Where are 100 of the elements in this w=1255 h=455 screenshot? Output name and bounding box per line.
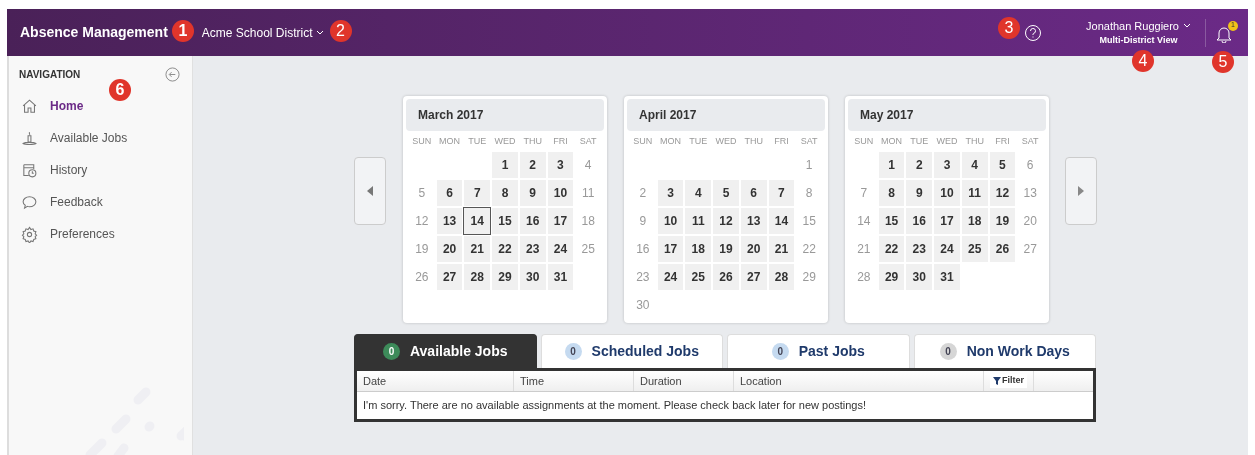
calendar-day[interactable]: 23 xyxy=(905,235,934,263)
calendar-day[interactable]: 27 xyxy=(739,263,768,291)
calendar-day[interactable]: 30 xyxy=(905,263,934,291)
calendar-day[interactable]: 28 xyxy=(767,263,796,291)
user-menu[interactable]: Jonathan Ruggiero Multi-District View xyxy=(1086,17,1191,48)
weekday-label: THU xyxy=(964,135,985,149)
weekday-label: MON xyxy=(659,135,683,149)
calendar-day[interactable]: 10 xyxy=(656,207,685,235)
calendar-day[interactable]: 4 xyxy=(684,179,713,207)
calendar-day[interactable]: 21 xyxy=(463,235,492,263)
calendar-day[interactable]: 9 xyxy=(905,179,934,207)
calendar-day[interactable]: 19 xyxy=(988,207,1017,235)
filter-icon xyxy=(993,377,1001,385)
calendar-day[interactable]: 22 xyxy=(877,235,906,263)
month-title: March 2017 xyxy=(406,99,604,131)
calendar-day[interactable]: 21 xyxy=(767,235,796,263)
calendar-day[interactable]: 18 xyxy=(960,207,989,235)
calendar-day[interactable]: 28 xyxy=(463,263,492,291)
calendar-day[interactable]: 27 xyxy=(435,263,464,291)
collapse-icon[interactable] xyxy=(165,67,180,82)
weekday-label: TUE xyxy=(909,135,930,149)
column-header: Date xyxy=(357,371,514,391)
calendar-day[interactable]: 26 xyxy=(988,235,1017,263)
calendar-day[interactable]: 18 xyxy=(684,235,713,263)
calendar-day[interactable]: 8 xyxy=(491,179,519,207)
calendar-day[interactable]: 12 xyxy=(988,179,1017,207)
calendar-day[interactable]: 4 xyxy=(960,151,989,179)
calendar-day[interactable]: 29 xyxy=(877,263,906,291)
calendar-day[interactable]: 16 xyxy=(905,207,934,235)
calendar-day[interactable]: 11 xyxy=(960,179,989,207)
weekday-label: SUN xyxy=(853,135,875,149)
count-badge: 0 xyxy=(564,343,582,360)
calendar-day[interactable]: 23 xyxy=(518,235,547,263)
calendar-day[interactable]: 14 xyxy=(767,207,796,235)
weekday-label: TUE xyxy=(467,135,488,149)
calendar-day[interactable]: 2 xyxy=(518,151,547,179)
empty-message: I'm sorry. There are no available assignments at the moment. Please check back later for new postings! xyxy=(362,398,868,414)
calendar-day[interactable]: 11 xyxy=(684,207,713,235)
calendar-day[interactable]: 3 xyxy=(546,151,575,179)
calendar-day[interactable]: 5 xyxy=(712,179,740,207)
nav-item[interactable]: History xyxy=(9,154,192,186)
calendar-day[interactable]: 6 xyxy=(739,179,768,207)
calendar-day[interactable]: 31 xyxy=(933,263,961,291)
column-header: Duration xyxy=(634,371,734,391)
calendar-day[interactable]: 22 xyxy=(491,235,519,263)
filter-button[interactable]: Filter xyxy=(990,374,1027,388)
calendar-day[interactable]: 8 xyxy=(877,179,906,207)
nav-item[interactable]: Feedback xyxy=(9,186,192,218)
calendar-day[interactable]: 25 xyxy=(960,235,989,263)
calendar-day[interactable]: 7 xyxy=(767,179,796,207)
weekday-label: SUN xyxy=(411,135,433,149)
weekday-label: THU xyxy=(743,135,764,149)
calendar-day[interactable]: 2 xyxy=(905,151,934,179)
calendar-day[interactable]: 15 xyxy=(491,207,519,235)
calendar-day[interactable]: 20 xyxy=(435,235,464,263)
calendar-day[interactable]: 3 xyxy=(933,151,961,179)
nav-item[interactable]: Available Jobs xyxy=(9,122,192,154)
calendar-day[interactable]: 1 xyxy=(877,151,906,179)
jobs-tab[interactable]: 0 Scheduled Jobs xyxy=(540,334,723,368)
calendar-day[interactable]: 17 xyxy=(656,235,685,263)
jobs-tab[interactable]: 0 Available Jobs xyxy=(354,334,537,368)
calendar-day[interactable]: 17 xyxy=(933,207,961,235)
calendar-day[interactable]: 19 xyxy=(712,235,740,263)
user-name: Jonathan Ruggiero xyxy=(1086,17,1191,34)
calendar-day[interactable]: 9 xyxy=(518,179,547,207)
calendar-day[interactable]: 13 xyxy=(435,207,464,235)
calendar-day[interactable]: 20 xyxy=(739,235,768,263)
callout-marker: 6 xyxy=(109,79,131,101)
calendar-day[interactable]: 24 xyxy=(656,263,685,291)
calendar-day[interactable]: 6 xyxy=(435,179,464,207)
calendar-day[interactable]: 3 xyxy=(656,179,685,207)
calendar-day[interactable]: 24 xyxy=(546,235,575,263)
calendar-day[interactable]: 30 xyxy=(518,263,547,291)
calendar-day[interactable]: 29 xyxy=(491,263,519,291)
calendar-clock-icon xyxy=(21,161,38,179)
calendar-day[interactable]: 13 xyxy=(739,207,768,235)
calendar-day[interactable]: 12 xyxy=(712,207,740,235)
calendar-day[interactable]: 16 xyxy=(518,207,547,235)
calendar-day[interactable]: 5 xyxy=(988,151,1017,179)
nav-item[interactable]: Preferences xyxy=(9,218,192,250)
month-title: May 2017 xyxy=(848,99,1046,131)
calendar-day[interactable]: 1 xyxy=(491,151,519,179)
calendar-day[interactable]: 26 xyxy=(712,263,740,291)
weekday-label: FRI xyxy=(552,135,569,149)
calendar-day[interactable]: 31 xyxy=(546,263,575,291)
calendar-day[interactable]: 10 xyxy=(933,179,961,207)
count-badge: 0 xyxy=(939,343,957,360)
notifications-button[interactable] xyxy=(1216,24,1232,43)
jobs-tab[interactable]: 0 Non Work Days xyxy=(913,334,1096,368)
home-icon xyxy=(21,97,38,115)
candle-icon xyxy=(21,129,38,147)
calendar-day[interactable]: 10 xyxy=(546,179,575,207)
calendar-day[interactable]: 14 xyxy=(463,207,492,235)
jobs-tab[interactable]: 0 Past Jobs xyxy=(727,334,910,368)
calendar-day[interactable]: 15 xyxy=(877,207,906,235)
column-header: Time xyxy=(514,371,634,391)
calendar-day[interactable]: 17 xyxy=(546,207,575,235)
calendar-day[interactable]: 24 xyxy=(933,235,961,263)
calendar-day[interactable]: 7 xyxy=(463,179,492,207)
calendar-day[interactable]: 25 xyxy=(684,263,713,291)
